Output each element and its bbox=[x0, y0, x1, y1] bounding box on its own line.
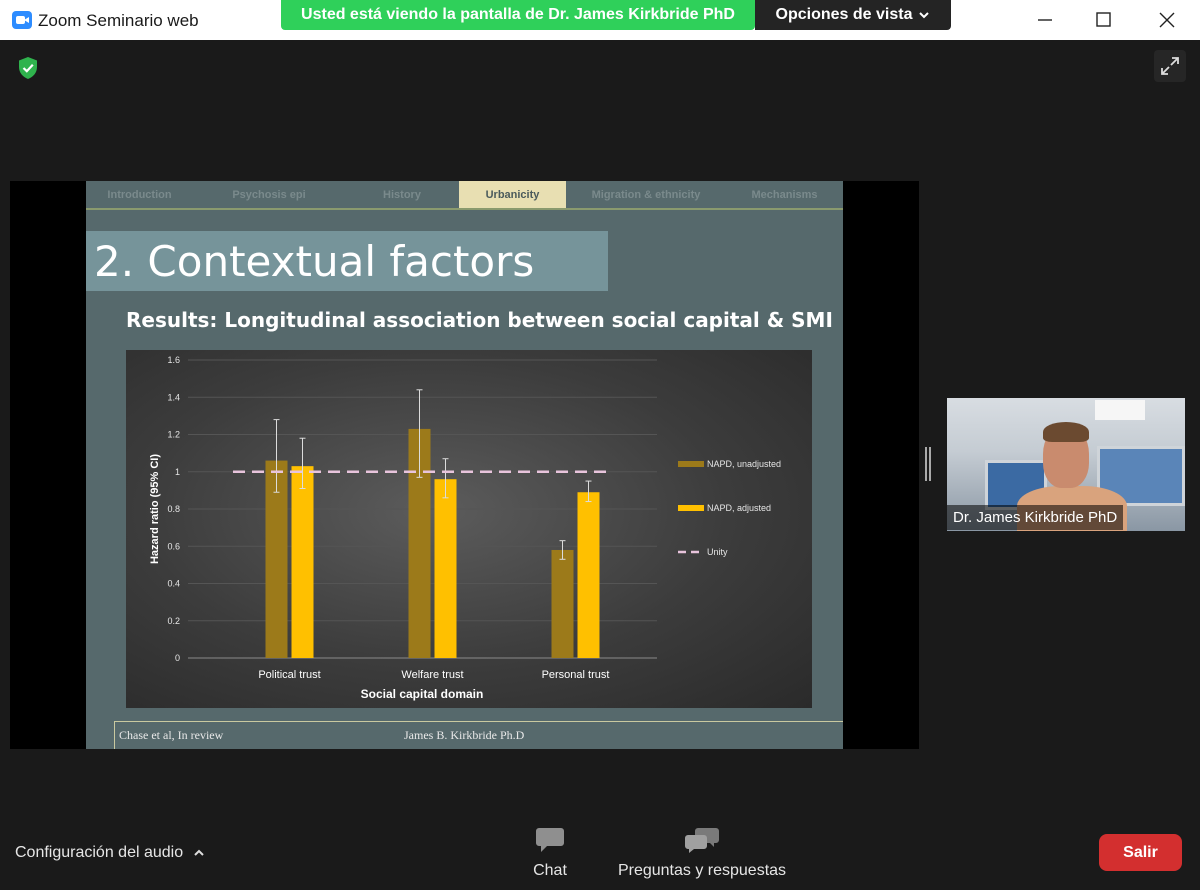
audio-settings-label: Configuración del audio bbox=[15, 844, 184, 861]
leave-button[interactable]: Salir bbox=[1099, 834, 1182, 871]
fullscreen-button[interactable] bbox=[1154, 50, 1186, 82]
chevron-up-icon bbox=[194, 849, 204, 856]
chat-button[interactable]: Chat bbox=[525, 826, 575, 880]
resize-handle[interactable] bbox=[925, 447, 931, 481]
slide-nav-tabs: Introduction Psychosis epi History Urban… bbox=[86, 181, 843, 208]
tabs-divider bbox=[86, 208, 843, 210]
minimize-icon[interactable] bbox=[1034, 8, 1058, 32]
chat-label: Chat bbox=[533, 862, 567, 879]
bar bbox=[551, 549, 574, 658]
x-category-label: Personal trust bbox=[542, 669, 610, 681]
legend-label: NAPD, adjusted bbox=[707, 503, 771, 513]
x-category-label: Political trust bbox=[258, 669, 320, 681]
y-tick-label: 0.4 bbox=[167, 579, 180, 589]
speaker-video-tile[interactable]: Dr. James Kirkbride PhD bbox=[947, 398, 1185, 531]
legend-label: NAPD, unadjusted bbox=[707, 459, 781, 469]
x-category-label: Welfare trust bbox=[401, 669, 463, 681]
y-tick-label: 1.4 bbox=[167, 392, 180, 402]
title-bar: Zoom Seminario web Usted está viendo la … bbox=[0, 0, 1200, 40]
slide-tab: Introduction bbox=[107, 188, 172, 201]
qa-bubbles-icon bbox=[685, 828, 719, 853]
expand-icon bbox=[1161, 57, 1179, 75]
x-axis-title: Social capital domain bbox=[361, 687, 484, 701]
speaker-name-label: Dr. James Kirkbride PhD bbox=[947, 505, 1124, 530]
view-options-label: Opciones de vista bbox=[775, 6, 913, 23]
hazard-ratio-chart: 0 0.2 0.4 0.6 0.8 1 1.2 1.4 1.6 Political trust We… bbox=[149, 355, 781, 701]
footer-author: James B. Kirkbride Ph.D bbox=[404, 728, 525, 742]
window-title: Zoom Seminario web bbox=[38, 11, 199, 30]
bar bbox=[577, 492, 600, 658]
legend-swatch bbox=[678, 461, 704, 467]
y-tick-label: 1 bbox=[175, 467, 180, 477]
ceiling-light bbox=[1095, 400, 1145, 420]
bar bbox=[434, 479, 457, 658]
slide-tab-active: Urbanicity bbox=[459, 181, 566, 208]
shield-icon[interactable] bbox=[14, 54, 42, 82]
y-tick-label: 0.8 bbox=[167, 504, 180, 514]
zoom-logo-icon bbox=[12, 11, 32, 29]
chat-bubble-icon bbox=[536, 828, 564, 852]
audio-settings-button[interactable]: Configuración del audio bbox=[15, 844, 205, 862]
chevron-down-icon bbox=[919, 12, 930, 19]
y-tick-label: 0.6 bbox=[167, 541, 180, 551]
chart-container: 0 0.2 0.4 0.6 0.8 1 1.2 1.4 1.6 Political trust We… bbox=[126, 350, 812, 708]
footer-divider bbox=[114, 721, 843, 722]
close-icon[interactable] bbox=[1155, 8, 1179, 32]
maximize-icon[interactable] bbox=[1092, 8, 1116, 32]
qa-button[interactable]: Preguntas y respuestas bbox=[612, 826, 792, 880]
slide-subtitle: Results: Longitudinal association betwee… bbox=[126, 308, 833, 332]
screen-share-banner: Usted está viendo la pantalla de Dr. Jam… bbox=[281, 0, 755, 30]
footer-divider-vertical bbox=[114, 721, 115, 749]
legend-label: Unity bbox=[707, 547, 728, 557]
y-tick-label: 0 bbox=[175, 653, 180, 663]
slide-tab: Psychosis epi bbox=[232, 188, 306, 201]
bar bbox=[291, 466, 314, 658]
slide-tab: History bbox=[383, 188, 421, 201]
slide-heading: 2. Contextual factors bbox=[94, 237, 535, 286]
qa-label: Preguntas y respuestas bbox=[617, 862, 787, 879]
footer-citation: Chase et al, In review bbox=[119, 728, 224, 742]
speaker-hair bbox=[1043, 422, 1089, 442]
slide-tab: Migration & ethnicity bbox=[591, 188, 701, 201]
slide-tab: Mechanisms bbox=[751, 188, 818, 201]
slide-heading-box: 2. Contextual factors bbox=[86, 231, 608, 291]
y-tick-label: 1.2 bbox=[167, 430, 180, 440]
y-tick-label: 1.6 bbox=[167, 355, 180, 365]
y-tick-label: 0.2 bbox=[167, 616, 180, 626]
legend-swatch bbox=[678, 505, 704, 511]
y-axis-title: Hazard ratio (95% CI) bbox=[149, 454, 161, 564]
presentation-slide: Introduction Psychosis epi History Urban… bbox=[86, 181, 843, 749]
view-options-button[interactable]: Opciones de vista bbox=[755, 0, 951, 30]
